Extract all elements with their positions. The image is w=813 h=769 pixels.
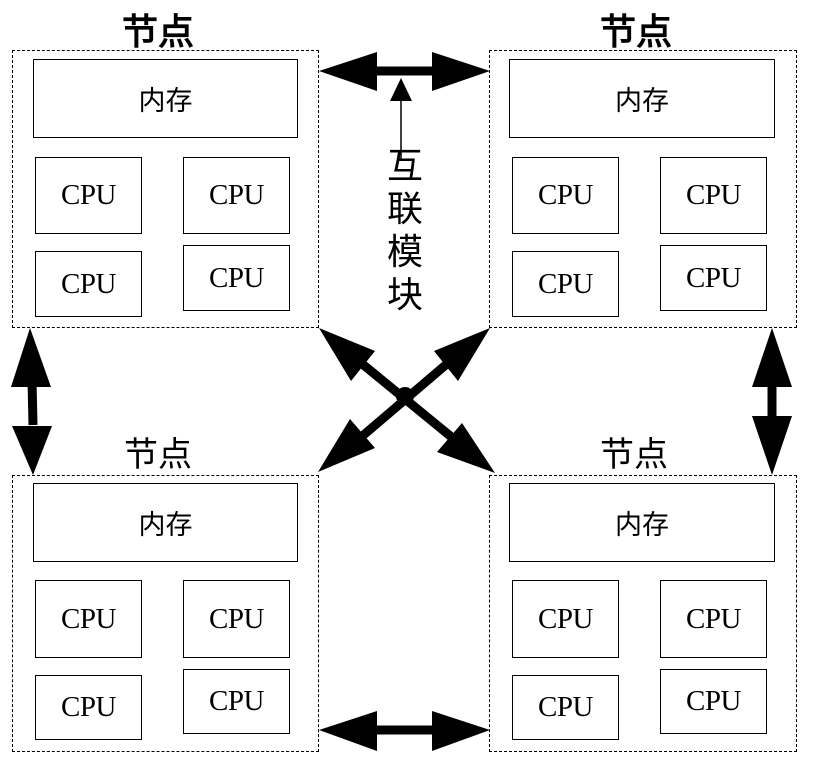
arrow-top-right-to-bottom-right [752,328,792,475]
interconnect-pointer-arrow [390,78,412,160]
connection-arrows [11,52,792,751]
arrow-top-left-to-bottom-left [11,328,52,475]
interconnect-hub [396,387,414,405]
arrow-bottom-left-to-bottom-right [319,711,490,751]
arrow-top-left-to-top-right [319,52,490,91]
